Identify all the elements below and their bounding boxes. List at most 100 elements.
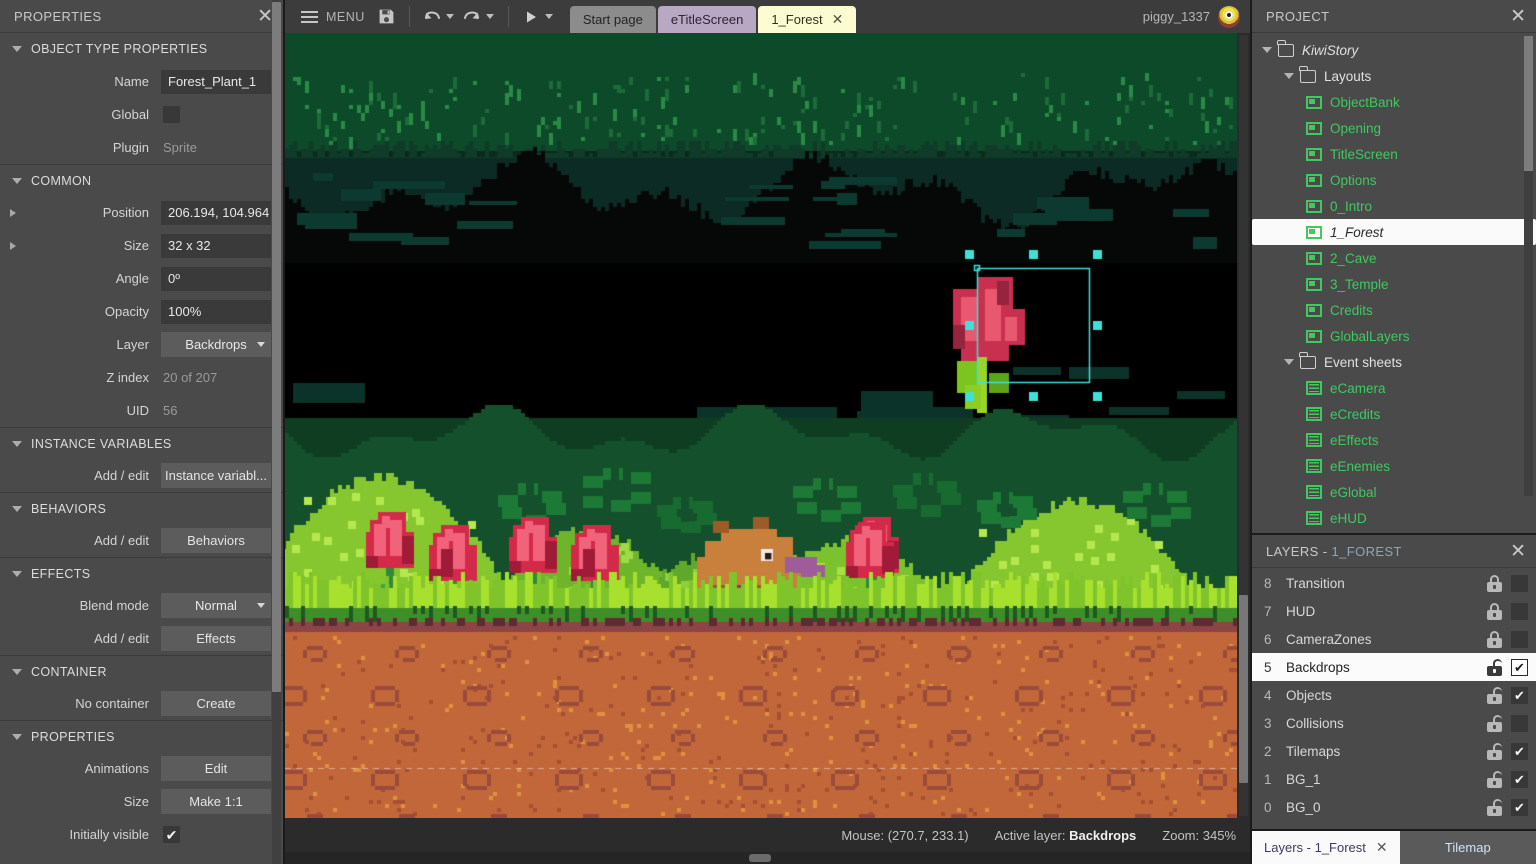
layer-visibility-checkbox[interactable]	[1511, 630, 1528, 648]
chevron-down-icon[interactable]	[1284, 359, 1294, 365]
chevron-right-icon[interactable]	[10, 241, 16, 250]
layout-canvas[interactable]	[285, 33, 1237, 818]
project-scrollbar[interactable]	[1524, 36, 1533, 496]
properties-scrollbar[interactable]	[272, 0, 281, 864]
close-icon[interactable]: ✕	[1376, 839, 1388, 856]
tree-item-credits[interactable]: Credits	[1252, 297, 1536, 323]
layer-visibility-checkbox[interactable]	[1511, 574, 1528, 592]
tree-item-event-sheets[interactable]: Event sheets	[1252, 349, 1536, 375]
property-button[interactable]: Make 1:1	[161, 789, 271, 814]
tree-item-ecamera[interactable]: eCamera	[1252, 375, 1536, 401]
layer-row-objects[interactable]: 4 Objects ✔	[1252, 681, 1536, 709]
viewport-hscroll-thumb[interactable]	[749, 854, 771, 862]
tree-item-ecredits[interactable]: eCredits	[1252, 401, 1536, 427]
lock-open-icon[interactable]	[1487, 714, 1502, 732]
layer-visibility-checkbox[interactable]: ✔	[1511, 742, 1528, 760]
project-tree[interactable]: KiwiStory Layouts ObjectBank Opening TitleSc…	[1252, 33, 1536, 533]
tree-item-eenemies[interactable]: eEnemies	[1252, 453, 1536, 479]
tab-etitlescreen[interactable]: eTitleScreen	[657, 6, 757, 33]
property-section-header[interactable]: PROPERTIES	[0, 720, 283, 752]
undo-dropdown-icon[interactable]	[445, 14, 454, 19]
property-button[interactable]: Effects	[161, 626, 271, 651]
avatar[interactable]	[1218, 5, 1240, 28]
property-input[interactable]: Forest_Plant_1	[161, 69, 271, 94]
layer-visibility-checkbox[interactable]: ✔	[1511, 770, 1528, 788]
property-section-header[interactable]: INSTANCE VARIABLES	[0, 427, 283, 459]
tree-item-layouts[interactable]: Layouts	[1252, 63, 1536, 89]
property-section-header[interactable]: BEHAVIORS	[0, 492, 283, 524]
tree-item-3-temple[interactable]: 3_Temple	[1252, 271, 1536, 297]
tree-item-eeffects[interactable]: eEffects	[1252, 427, 1536, 453]
layer-visibility-checkbox[interactable]: ✔	[1511, 686, 1528, 704]
layers-list[interactable]: 8 Transition 7 HUD 6 CameraZones 5 Backdrops ✔ 4 O…	[1252, 568, 1536, 829]
property-dropdown[interactable]: Backdrops	[161, 332, 271, 357]
layer-row-bg_1[interactable]: 1 BG_1 ✔	[1252, 765, 1536, 793]
properties-list[interactable]: OBJECT TYPE PROPERTIES Name Forest_Plant_1…	[0, 33, 283, 864]
tree-item-kiwistory[interactable]: KiwiStory	[1252, 37, 1536, 63]
lock-open-icon[interactable]	[1487, 686, 1502, 704]
viewport-horizontal-scrollbar[interactable]	[285, 852, 1250, 864]
save-icon[interactable]	[374, 0, 400, 33]
property-dropdown[interactable]: Normal	[161, 593, 271, 618]
tree-item-ehud[interactable]: eHUD	[1252, 505, 1536, 531]
layer-visibility-checkbox[interactable]: ✔	[1511, 658, 1528, 676]
lock-open-icon[interactable]	[1487, 742, 1502, 760]
tree-item-objectbank[interactable]: ObjectBank	[1252, 89, 1536, 115]
layer-row-bg_0[interactable]: 0 BG_0 ✔	[1252, 793, 1536, 821]
lock-open-icon[interactable]	[1487, 798, 1502, 816]
property-button[interactable]: Edit	[161, 756, 271, 781]
property-section-header[interactable]: OBJECT TYPE PROPERTIES	[0, 33, 283, 65]
layer-row-camerazones[interactable]: 6 CameraZones	[1252, 625, 1536, 653]
lock-closed-icon[interactable]	[1487, 574, 1502, 592]
redo-icon[interactable]	[459, 0, 485, 33]
property-section-header[interactable]: CONTAINER	[0, 655, 283, 687]
chevron-down-icon[interactable]	[1284, 73, 1294, 79]
tree-item-opening[interactable]: Opening	[1252, 115, 1536, 141]
chevron-right-icon[interactable]	[10, 208, 16, 217]
property-button[interactable]: Create	[161, 691, 271, 716]
tree-item-eglobal[interactable]: eGlobal	[1252, 479, 1536, 505]
property-input[interactable]: 100%	[161, 299, 271, 324]
property-section-header[interactable]: EFFECTS	[0, 557, 283, 589]
layer-row-hud[interactable]: 7 HUD	[1252, 597, 1536, 625]
viewport-vertical-scrollbar[interactable]	[1239, 35, 1248, 816]
layer-visibility-checkbox[interactable]	[1511, 714, 1528, 732]
checkbox[interactable]	[163, 106, 180, 123]
lock-open-icon[interactable]	[1487, 658, 1502, 676]
layer-visibility-checkbox[interactable]: ✔	[1511, 798, 1528, 816]
viewport-vscroll-thumb[interactable]	[1239, 595, 1248, 783]
layer-row-backdrops[interactable]: 5 Backdrops ✔	[1252, 653, 1536, 681]
layer-row-transition[interactable]: 8 Transition	[1252, 569, 1536, 597]
project-scrollbar-thumb[interactable]	[1524, 36, 1533, 171]
property-section-header[interactable]: COMMON	[0, 164, 283, 196]
checkbox[interactable]: ✔	[163, 826, 180, 843]
preview-icon[interactable]	[518, 0, 544, 33]
tree-item-0-intro[interactable]: 0_Intro	[1252, 193, 1536, 219]
close-icon[interactable]: ✕	[1510, 7, 1526, 26]
tree-item-1-forest[interactable]: 1_Forest	[1252, 219, 1536, 245]
property-button[interactable]: Behaviors	[161, 528, 271, 553]
lock-closed-icon[interactable]	[1487, 602, 1502, 620]
tree-item-titlescreen[interactable]: TitleScreen	[1252, 141, 1536, 167]
layer-visibility-checkbox[interactable]	[1511, 602, 1528, 620]
lock-open-icon[interactable]	[1487, 770, 1502, 788]
lock-closed-icon[interactable]	[1487, 630, 1502, 648]
layer-row-tilemaps[interactable]: 2 Tilemaps ✔	[1252, 737, 1536, 765]
tree-item-globallayers[interactable]: GlobalLayers	[1252, 323, 1536, 349]
property-input[interactable]: 206.194, 104.964	[161, 200, 271, 225]
dock-tab-tilemap[interactable]: Tilemap	[1399, 831, 1536, 864]
properties-scrollbar-thumb[interactable]	[272, 2, 281, 692]
tree-item-options[interactable]: Options	[1252, 167, 1536, 193]
close-icon[interactable]: ✕	[832, 11, 844, 28]
undo-icon[interactable]	[419, 0, 445, 33]
tab-1-forest[interactable]: 1_Forest ✕	[758, 6, 857, 33]
dock-tab-layers-1-forest[interactable]: Layers - 1_Forest ✕	[1252, 831, 1400, 864]
menu-button[interactable]: MENU	[291, 0, 374, 33]
chevron-down-icon[interactable]	[1262, 47, 1272, 53]
property-button[interactable]: Instance variabl...	[161, 463, 271, 488]
dock-bottom-tabs[interactable]: Layers - 1_Forest ✕ Tilemap	[1252, 829, 1536, 864]
redo-dropdown-icon[interactable]	[485, 14, 494, 19]
property-input[interactable]: 32 x 32	[161, 233, 271, 258]
tab-start-page[interactable]: Start page	[569, 6, 656, 33]
layer-row-collisions[interactable]: 3 Collisions	[1252, 709, 1536, 737]
